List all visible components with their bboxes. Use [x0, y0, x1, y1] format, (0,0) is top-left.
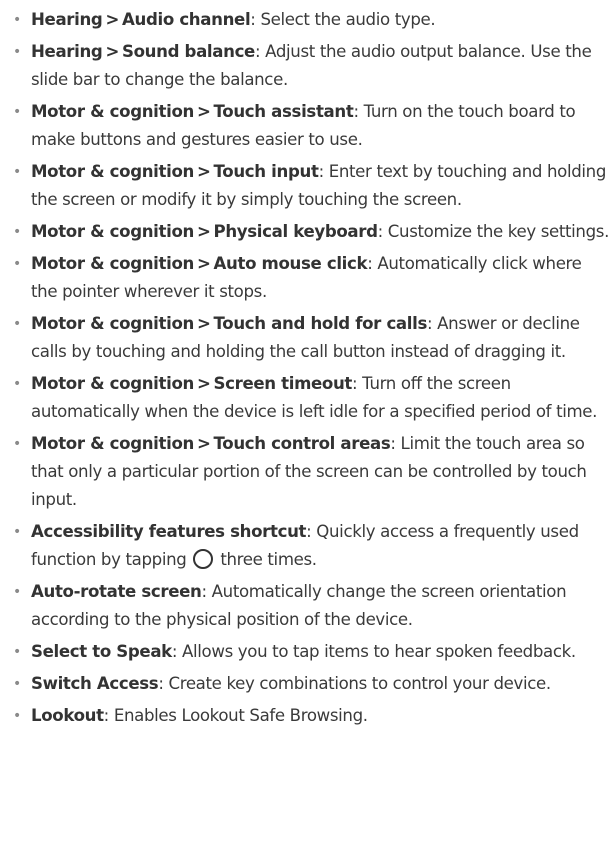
item-description: : Create key combinations to control you…	[158, 674, 551, 693]
list-item-touch-assistant: • Motor & cognition > Touch assistant: Tur…	[0, 98, 614, 154]
bullet: •	[13, 524, 21, 540]
item-category: Hearing	[31, 42, 103, 61]
item-category: Hearing	[31, 10, 103, 29]
list-item-touch-input: • Motor & cognition > Touch input: Enter t…	[0, 158, 614, 214]
separator: >	[196, 102, 211, 121]
home-button-icon	[193, 549, 214, 569]
list-item-auto-rotate-screen: • Auto-rotate screen: Automatically chan…	[0, 578, 614, 634]
bullet: •	[13, 12, 21, 28]
list-item-audio-channel: • Hearing > Audio channel: Select the audi…	[0, 6, 614, 34]
list-item-screen-timeout: • Motor & cognition > Screen timeout: Turn…	[0, 370, 614, 426]
item-title: Select to Speak	[31, 642, 172, 661]
item-title: Touch input	[213, 162, 319, 181]
bullet: •	[13, 316, 21, 332]
list-item-sound-balance: • Hearing > Sound balance: Adjust the audi…	[0, 38, 614, 94]
bullet: •	[13, 224, 21, 240]
item-title: Accessibility features shortcut	[31, 522, 307, 541]
bullet: •	[13, 164, 21, 180]
bullet: •	[13, 104, 21, 120]
bullet: •	[13, 436, 21, 452]
item-title: Touch and hold for calls	[213, 314, 428, 333]
list-item-touch-and-hold-for-calls: • Motor & cognition > Touch and hold for c…	[0, 310, 614, 366]
separator: >	[105, 42, 120, 61]
item-title: Touch control areas	[213, 434, 391, 453]
item-title: Auto-rotate screen	[31, 582, 202, 601]
item-title: Physical keyboard	[213, 222, 378, 241]
bullet: •	[13, 256, 21, 272]
list-item-physical-keyboard: • Motor & cognition > Physical keyboard: C…	[0, 218, 614, 246]
separator: >	[105, 10, 120, 29]
item-category: Motor & cognition	[31, 162, 194, 181]
item-category: Motor & cognition	[31, 222, 194, 241]
item-category: Motor & cognition	[31, 314, 194, 333]
list-item-accessibility-features-shortcut: • Accessibility features shortcut: Quick…	[0, 518, 614, 574]
item-category: Motor & cognition	[31, 374, 194, 393]
list-item-auto-mouse-click: • Motor & cognition > Auto mouse click: Au…	[0, 250, 614, 306]
separator: >	[196, 314, 211, 333]
separator: >	[196, 254, 211, 273]
item-description: : Select the audio type.	[250, 10, 436, 29]
item-description: : Enables Lookout Safe Browsing.	[103, 706, 368, 725]
item-title: Auto mouse click	[213, 254, 368, 273]
accessibility-settings-list: • Hearing > Audio channel: Select the audi…	[0, 6, 614, 730]
item-category: Motor & cognition	[31, 434, 194, 453]
bullet: •	[13, 676, 21, 692]
separator: >	[196, 162, 211, 181]
list-item-touch-control-areas: • Motor & cognition > Touch control areas:…	[0, 430, 614, 514]
item-category: Motor & cognition	[31, 102, 194, 121]
bullet: •	[13, 584, 21, 600]
list-item-select-to-speak: • Select to Speak: Allows you to tap ite…	[0, 638, 614, 666]
separator: >	[196, 374, 211, 393]
item-title: Touch assistant	[213, 102, 354, 121]
list-item-lookout: • Lookout: Enables Lookout Safe Browsing…	[0, 702, 614, 730]
bullet: •	[13, 708, 21, 724]
separator: >	[196, 222, 211, 241]
item-description: : Allows you to tap items to hear spoken…	[171, 642, 576, 661]
item-category: Motor & cognition	[31, 254, 194, 273]
bullet: •	[13, 376, 21, 392]
item-description-end: three times.	[220, 550, 317, 569]
bullet: •	[13, 44, 21, 60]
bullet: •	[13, 644, 21, 660]
item-description: : Customize the key settings.	[377, 222, 610, 241]
item-title: Audio channel	[122, 10, 251, 29]
list-item-switch-access: • Switch Access: Create key combinations…	[0, 670, 614, 698]
item-title: Switch Access	[31, 674, 159, 693]
item-title: Sound balance	[122, 42, 255, 61]
item-title: Lookout	[31, 706, 104, 725]
separator: >	[196, 434, 211, 453]
manual-page: • Hearing > Audio channel: Select the audi…	[0, 0, 614, 862]
item-title: Screen timeout	[213, 374, 353, 393]
